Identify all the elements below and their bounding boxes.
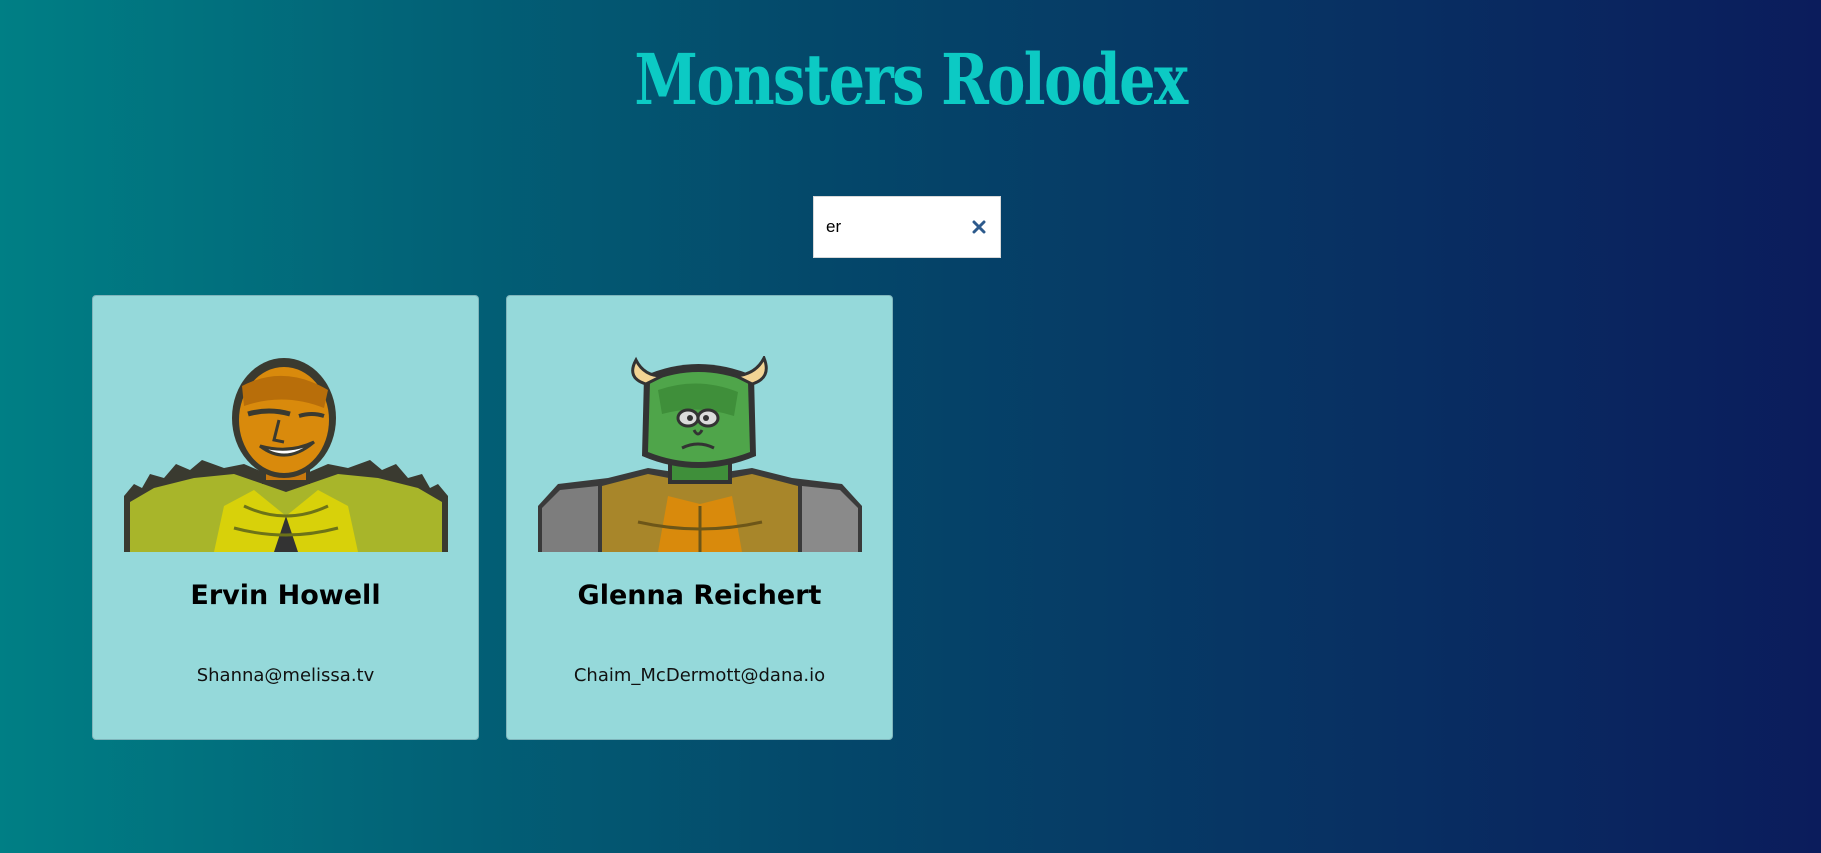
clear-search-button[interactable]	[968, 216, 990, 238]
search-input[interactable]	[826, 197, 956, 257]
monster-email: Shanna@melissa.tv	[196, 665, 375, 686]
monster-name: Glenna Reichert	[577, 580, 822, 611]
monster-card[interactable]: Ervin Howell Shanna@melissa.tv	[92, 295, 479, 740]
monster-avatar-spiky-yellow-icon	[124, 358, 448, 552]
monster-card[interactable]: Glenna Reichert Chaim_McDermott@dana.io	[506, 295, 893, 740]
monster-name: Ervin Howell	[190, 580, 381, 611]
monster-avatar-horned-green-icon	[538, 356, 862, 552]
monster-email: Chaim_McDermott@dana.io	[573, 665, 826, 686]
close-icon[interactable]	[972, 220, 986, 234]
search-box[interactable]	[813, 196, 1001, 258]
page-title: Monsters Rolodex	[634, 38, 1188, 121]
